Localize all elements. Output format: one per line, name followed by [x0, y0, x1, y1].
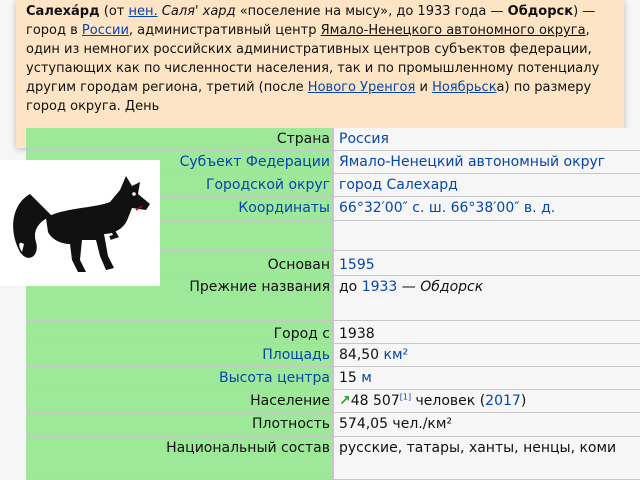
year-link[interactable]: 2017 — [485, 393, 521, 409]
reference-link[interactable]: [1] — [400, 392, 411, 401]
infobox-label: Национальный состав — [26, 437, 332, 480]
text-fragment: «поселение на мысу», до 1933 года — — [235, 4, 508, 19]
district-link[interactable]: город Салехард — [332, 174, 640, 197]
black-fox-emblem-icon — [0, 160, 160, 286]
infobox-value: 1938 — [332, 321, 640, 344]
unit-link[interactable]: м — [361, 370, 372, 386]
infobox-row-country: Страна Россия — [26, 128, 640, 151]
infobox-value: ↗48 507[1] человек (2017) — [332, 390, 640, 413]
founded-link[interactable]: 1595 — [332, 251, 640, 276]
infobox-row-area: Площадь 84,50 км² — [26, 344, 640, 367]
infobox-label: Страна — [26, 128, 332, 151]
text-fragment: и — [415, 80, 433, 95]
infobox-value: до 1933 — Обдорск — [332, 276, 640, 321]
increase-arrow-icon: ↗ — [339, 393, 351, 409]
old-name: Обдорск — [507, 4, 574, 19]
text-fragment: , административный центр — [128, 23, 321, 38]
article-title: Салеха́рд — [26, 4, 100, 19]
country-link[interactable]: Россия — [332, 128, 640, 151]
article-text: Салеха́рд (от нен. Саля' хард «поселение… — [16, 0, 624, 116]
infobox-row-population: Население ↗48 507[1] человек (2017) — [26, 390, 640, 413]
infobox-row-ethnic: Национальный состав русские, татары, хан… — [26, 437, 640, 480]
infobox-value — [332, 221, 640, 251]
lang-link[interactable]: нен. — [129, 4, 158, 19]
infobox-value: 15 м — [332, 367, 640, 390]
infobox-label-link[interactable]: Высота центра — [26, 367, 332, 390]
novy-urengoy-link[interactable]: Нового Уренгоя — [308, 80, 416, 95]
value-text: — — [397, 279, 421, 295]
value-text: 15 — [339, 370, 362, 386]
value-text: человек ( — [411, 393, 486, 409]
infobox-value: 574,05 чел./км² — [332, 413, 640, 437]
infobox-value: 84,50 км² — [332, 344, 640, 367]
subject-link[interactable]: Ямало-Ненецкий автономный округ — [332, 151, 640, 174]
russia-link[interactable]: России — [82, 23, 129, 38]
okrug-link[interactable]: Ямало-Ненецкого автономного округа — [321, 23, 586, 38]
etym-word: Саля' хард — [157, 4, 236, 19]
infobox-row-city-since: Город с 1938 — [26, 321, 640, 344]
noyabrsk-link[interactable]: Ноябрьск — [432, 80, 496, 95]
article-intro: Салеха́рд (от нен. Саля' хард «поселение… — [16, 0, 624, 148]
infobox-label-link[interactable]: Площадь — [26, 344, 332, 367]
value-text: 48 507 — [350, 393, 400, 409]
infobox-row-density: Плотность 574,05 чел./км² — [26, 413, 640, 437]
old-name-value: Обдорск — [420, 279, 484, 295]
text-fragment: (от — [99, 4, 129, 19]
value-text: ) — [520, 393, 527, 409]
year-link[interactable]: 1933 — [362, 279, 398, 295]
coordinates-link[interactable]: 66°32′00″ с. ш. 66°38′00″ в. д. — [332, 197, 640, 221]
infobox-label: Население — [26, 390, 332, 413]
value-text: 84,50 — [339, 347, 384, 363]
emblem — [0, 160, 160, 286]
infobox-value: русские, татары, ханты, ненцы, коми — [332, 437, 640, 480]
infobox-label: Плотность — [26, 413, 332, 437]
infobox-row-elevation: Высота центра 15 м — [26, 367, 640, 390]
infobox-label: Город с — [26, 321, 332, 344]
value-text: до — [339, 279, 362, 295]
unit-link[interactable]: км² — [384, 347, 409, 363]
